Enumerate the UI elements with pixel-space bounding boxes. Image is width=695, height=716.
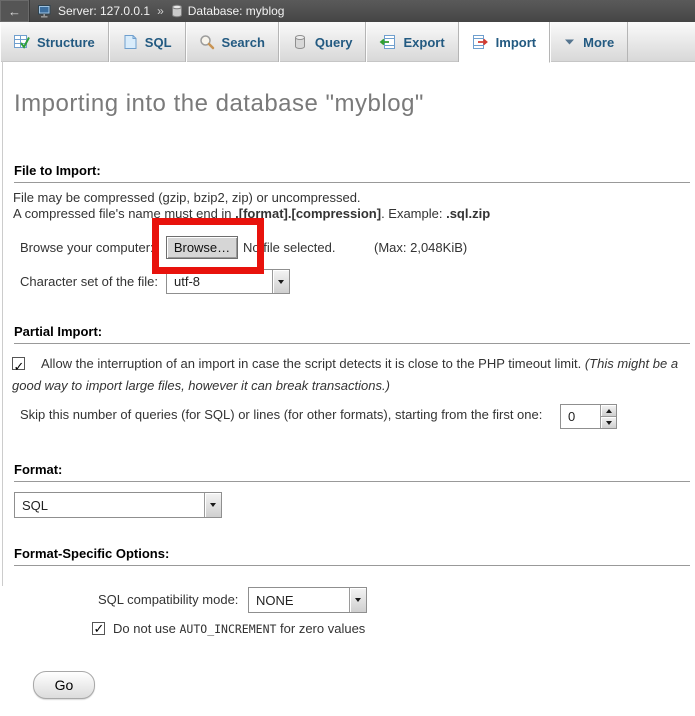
section-file-to-import: File to Import: bbox=[14, 163, 690, 183]
charset-label: Character set of the file: bbox=[20, 274, 158, 289]
page-title: Importing into the database "myblog" bbox=[14, 90, 424, 118]
tab-search[interactable]: Search bbox=[186, 22, 279, 62]
query-icon bbox=[292, 34, 308, 50]
content-left-border bbox=[2, 61, 3, 586]
skip-queries-label: Skip this number of queries (for SQL) or… bbox=[20, 407, 542, 422]
sql-icon bbox=[122, 34, 138, 50]
sql-compat-label: SQL compatibility mode: bbox=[98, 592, 238, 607]
browse-label: Browse your computer: bbox=[20, 240, 154, 255]
skip-queries-value: 0 bbox=[561, 405, 600, 428]
note-text: . Example: bbox=[381, 206, 446, 221]
tab-label: Query bbox=[315, 35, 353, 50]
tab-sql[interactable]: SQL bbox=[109, 22, 186, 62]
spin-down-icon[interactable] bbox=[601, 416, 616, 428]
breadcrumb: Server: 127.0.0.1 » Database: myblog bbox=[38, 4, 284, 18]
dropdown-arrow-icon bbox=[204, 493, 221, 517]
auto-increment-text: for zero values bbox=[276, 621, 365, 636]
spinner-buttons bbox=[600, 405, 616, 428]
sql-compat-value: NONE bbox=[249, 593, 349, 608]
tab-export[interactable]: Export bbox=[366, 22, 458, 62]
highlight-annotation bbox=[152, 218, 264, 274]
tab-label: SQL bbox=[145, 35, 172, 50]
tab-label: Search bbox=[222, 35, 265, 50]
tab-label: Structure bbox=[37, 35, 95, 50]
breadcrumb-bar: ← Server: 127.0.0.1 » Database: myblog bbox=[0, 0, 695, 22]
server-icon bbox=[38, 5, 53, 18]
tab-label: Import bbox=[496, 35, 536, 50]
structure-icon bbox=[13, 34, 30, 50]
auto-increment-checkbox[interactable] bbox=[92, 622, 105, 635]
auto-increment-keyword: AUTO_INCREMENT bbox=[180, 622, 277, 636]
charset-value: utf-8 bbox=[167, 274, 272, 289]
tab-label: Export bbox=[403, 35, 444, 50]
max-size-note: (Max: 2,048KiB) bbox=[374, 240, 467, 255]
dropdown-arrow-icon bbox=[349, 588, 366, 612]
breadcrumb-separator: » bbox=[157, 4, 164, 18]
phpmyadmin-import-page: ← Server: 127.0.0.1 » Database: myblog bbox=[0, 0, 695, 716]
nav-tabs: Structure SQL Search Query bbox=[0, 22, 695, 62]
spin-up-icon[interactable] bbox=[601, 405, 616, 416]
import-icon bbox=[472, 34, 489, 50]
auto-increment-text: Do not use bbox=[113, 621, 180, 636]
interrupt-text: Allow the interruption of an import in c… bbox=[41, 356, 585, 371]
interrupt-option: Allow the interruption of an import in c… bbox=[12, 353, 688, 397]
dropdown-arrow-icon bbox=[272, 270, 289, 293]
sql-compat-select[interactable]: NONE bbox=[248, 587, 367, 613]
go-button[interactable]: Go bbox=[33, 671, 95, 699]
tab-query[interactable]: Query bbox=[279, 22, 367, 62]
left-arrow-icon: ← bbox=[8, 4, 21, 19]
back-button[interactable]: ← bbox=[0, 0, 30, 22]
database-icon bbox=[171, 4, 183, 18]
export-icon bbox=[379, 34, 396, 50]
example-filename: .sql.zip bbox=[446, 206, 490, 221]
tab-import[interactable]: Import bbox=[459, 22, 550, 63]
tab-structure[interactable]: Structure bbox=[0, 22, 109, 62]
section-partial-import: Partial Import: bbox=[14, 324, 690, 344]
section-format-specific-options: Format-Specific Options: bbox=[14, 546, 690, 566]
tab-more[interactable]: More bbox=[550, 22, 628, 62]
search-icon bbox=[199, 34, 215, 50]
format-select[interactable]: SQL bbox=[14, 492, 222, 518]
section-format: Format: bbox=[14, 462, 690, 482]
tab-label: More bbox=[583, 35, 614, 50]
skip-queries-input[interactable]: 0 bbox=[560, 404, 617, 429]
breadcrumb-database[interactable]: Database: myblog bbox=[188, 4, 285, 18]
format-value: SQL bbox=[15, 498, 204, 513]
chevron-down-icon bbox=[563, 36, 576, 48]
breadcrumb-server[interactable]: Server: 127.0.0.1 bbox=[58, 4, 150, 18]
interrupt-checkbox[interactable] bbox=[12, 357, 25, 370]
auto-increment-option: Do not use AUTO_INCREMENT for zero value… bbox=[92, 621, 365, 636]
compression-note-line1: File may be compressed (gzip, bzip2, zip… bbox=[13, 190, 361, 205]
